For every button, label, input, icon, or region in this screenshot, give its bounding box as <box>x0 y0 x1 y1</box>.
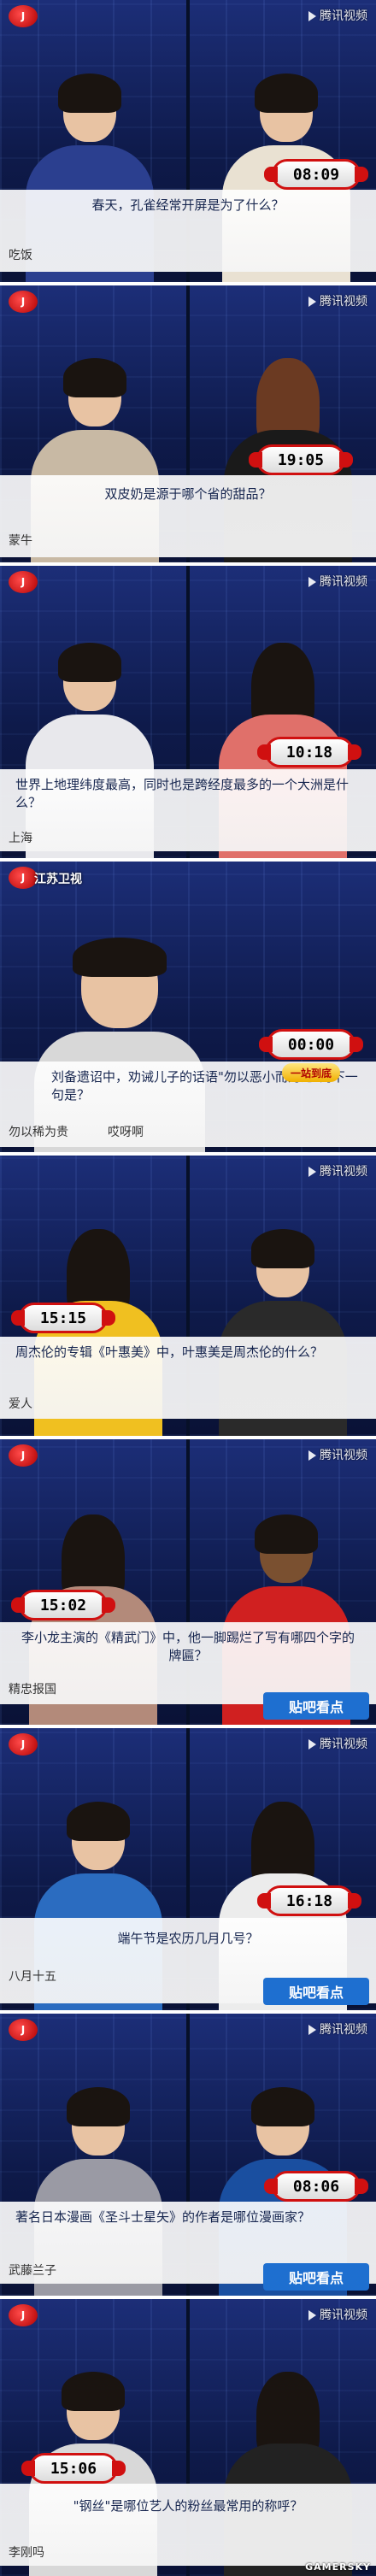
countdown-timer: 15:15 <box>11 1303 115 1333</box>
answer-text: 上海 <box>9 832 32 845</box>
station-name: 江苏卫视 <box>34 873 82 886</box>
panel-3: J 腾讯视频 10:18 世界上地理纬度最高，同时也是跨经度最多的一个大洲是什么… <box>0 566 376 858</box>
tencent-video-logo: 腾讯视频 <box>308 573 367 590</box>
tieba-highlight-button[interactable]: 贴吧看点 <box>263 1978 369 2005</box>
station-logo-icon: J <box>9 1733 38 1756</box>
question-caption: 世界上地理纬度最高，同时也是跨经度最多的一个大洲是什么？ 上海 <box>0 769 376 851</box>
tencent-video-logo: 腾讯视频 <box>308 1735 367 1752</box>
tieba-highlight-button[interactable]: 贴吧看点 <box>263 1692 369 1720</box>
countdown-timer: 08:06 <box>264 2171 368 2202</box>
question-text: 春天，孔雀经常开屏是为了什么？ <box>91 197 285 213</box>
play-icon <box>308 1739 316 1750</box>
question-text: 双皮奶是源于哪个省的甜品？ <box>104 486 272 502</box>
panel-1: J 腾讯视频 08:09 春天，孔雀经常开屏是为了什么？ 吃饭 <box>0 0 376 282</box>
tencent-video-logo: 腾讯视频 <box>308 2306 367 2323</box>
play-icon <box>308 2025 316 2035</box>
station-logo-icon: J <box>9 291 38 313</box>
question-text: 著名日本漫画《圣斗士星矢》的作者是哪位漫画家？ <box>15 2209 311 2225</box>
panel-9: J 腾讯视频 15:06 "钢丝"是哪位艺人的粉丝最常用的称呼？ 李刚吗 GAM… <box>0 2299 376 2576</box>
countdown-timer: 08:09 <box>264 159 368 190</box>
station-logo-icon: J <box>9 1444 38 1467</box>
question-text: 世界上地理纬度最高，同时也是跨经度最多的一个大洲是什么？ <box>15 777 350 810</box>
station-logo-icon: J <box>9 2019 38 2041</box>
play-icon <box>308 297 316 307</box>
play-icon <box>308 1167 316 1177</box>
station-logo-icon: J <box>9 5 38 27</box>
station-logo-icon: J <box>9 2304 38 2326</box>
question-text: 李小龙主演的《精武门》中，他一脚踢烂了写有哪四个字的牌匾？ <box>21 1630 355 1663</box>
countdown-timer: 15:06 <box>21 2453 126 2484</box>
question-caption: 春天，孔雀经常开屏是为了什么？ 吃饭 <box>0 190 376 272</box>
countdown-timer: 15:02 <box>11 1590 115 1620</box>
tencent-video-logo: 腾讯视频 <box>308 1446 367 1463</box>
answer-text: 勿以稀为贵 <box>9 1126 68 1139</box>
tencent-video-logo: 腾讯视频 <box>308 292 367 309</box>
tencent-video-logo: 腾讯视频 <box>308 7 367 24</box>
watermark: GAMERSKY <box>305 2561 371 2573</box>
answer-text: 武藤兰子 <box>9 2264 56 2278</box>
question-text: 端午节是农历几月几号？ <box>117 1931 259 1946</box>
panel-6: J 腾讯视频 15:02 李小龙主演的《精武门》中，他一脚踢烂了写有哪四个字的牌… <box>0 1439 376 1725</box>
countdown-timer: 00:00 <box>259 1029 363 1060</box>
countdown-timer: 19:05 <box>249 444 353 475</box>
answer-text: 李刚吗 <box>9 2546 44 2560</box>
panel-5: 腾讯视频 15:15 周杰伦的专辑《叶惠美》中，叶惠美是周杰伦的什么？ 爱人 <box>0 1156 376 1436</box>
play-icon <box>308 2310 316 2320</box>
panel-8: J 腾讯视频 08:06 著名日本漫画《圣斗士星矢》的作者是哪位漫画家？ 武藤兰… <box>0 2014 376 2296</box>
play-icon <box>308 577 316 587</box>
answer-text: 吃饭 <box>9 249 32 262</box>
station-logo-icon: J <box>9 571 38 593</box>
answer-text: 精忠报国 <box>9 1683 56 1697</box>
answer-text: 八月十五 <box>9 1970 56 1984</box>
question-caption: "钢丝"是哪位艺人的粉丝最常用的称呼？ 李刚吗 <box>0 2484 376 2566</box>
panel-4: J 江苏卫视 00:00 刘备遗诏中，劝诫儿子的话语"勿以恶小而为之"的下一句是… <box>0 862 376 1152</box>
countdown-timer: 16:18 <box>257 1885 361 1916</box>
answer-text: 爱人 <box>9 1397 32 1411</box>
question-caption: 双皮奶是源于哪个省的甜品？ 蒙牛 <box>0 475 376 557</box>
countdown-timer: 10:18 <box>257 737 361 768</box>
panel-2: J 腾讯视频 19:05 双皮奶是源于哪个省的甜品？ 蒙牛 <box>0 285 376 562</box>
answer-text: 蒙牛 <box>9 534 32 548</box>
tencent-video-logo: 腾讯视频 <box>308 1162 367 1179</box>
tieba-highlight-button[interactable]: 贴吧看点 <box>263 2263 369 2291</box>
question-caption: 周杰伦的专辑《叶惠美》中，叶惠美是周杰伦的什么？ 爱人 <box>0 1337 376 1419</box>
question-text: 周杰伦的专辑《叶惠美》中，叶惠美是周杰伦的什么？ <box>15 1344 324 1360</box>
question-text: "钢丝"是哪位艺人的粉丝最常用的称呼？ <box>73 2498 303 2514</box>
answer-text-2: 哎呀啊 <box>108 1126 144 1139</box>
play-icon <box>308 11 316 21</box>
panel-7: J 腾讯视频 16:18 端午节是农历几月几号？ 八月十五 贴吧看点 <box>0 1728 376 2010</box>
station-logo-icon: J <box>9 867 38 889</box>
tencent-video-logo: 腾讯视频 <box>308 2020 367 2038</box>
play-icon <box>308 1450 316 1461</box>
show-logo: 一站到底 <box>282 1063 341 1082</box>
